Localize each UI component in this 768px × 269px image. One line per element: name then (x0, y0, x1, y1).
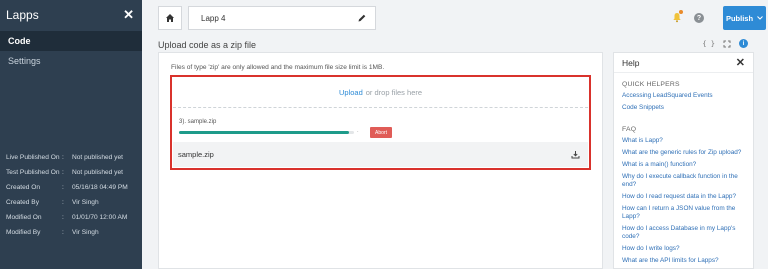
sidebar: Lapps ✕ Code Settings Live Published On … (0, 0, 142, 269)
notification-dot (679, 10, 683, 14)
help-body: QUICK HELPERS Accessing LeadSquared Even… (614, 73, 753, 265)
info-row-modified-on: Modified On : 01/01/70 12:00 AM (6, 210, 140, 225)
sidebar-item-label: Settings (8, 56, 41, 66)
info-value: Not published yet (72, 169, 123, 176)
lapp-info: Live Published On : Not published yet Te… (6, 150, 140, 240)
help-title: Help (622, 57, 640, 68)
info-separator: : (62, 199, 64, 206)
info-row-test-published: Test Published On : Not published yet (6, 165, 140, 180)
home-icon (166, 14, 174, 22)
help-link[interactable]: Code Snippets (622, 104, 745, 112)
progress-bar-fill (179, 131, 349, 134)
uploaded-file-row: sample.zip (173, 142, 588, 167)
faq-link[interactable]: How do I write logs? (622, 245, 745, 253)
sidebar-header: Lapps ✕ (0, 0, 142, 30)
info-icon[interactable]: i (739, 39, 748, 48)
quick-helpers-title: QUICK HELPERS (622, 81, 680, 88)
sidebar-title: Lapps (6, 8, 39, 22)
upload-link[interactable]: Upload (339, 88, 363, 97)
progress-file-name: 3). sample.zip (179, 119, 217, 125)
upload-progress: 3). sample.zip · Abort (173, 109, 588, 143)
info-key: Test Published On (6, 169, 60, 176)
help-header: Help ✕ (614, 53, 753, 73)
main-area: Lapp 4 ? Publish Upload code as a zip fi… (142, 0, 768, 269)
info-row-live-published: Live Published On : Not published yet (6, 150, 140, 165)
sidebar-item-settings[interactable]: Settings (0, 51, 142, 71)
download-icon[interactable] (571, 150, 580, 159)
info-row-modified-by: Modified By : Vir Singh (6, 225, 140, 240)
info-separator: : (62, 169, 64, 176)
upload-panel: Files of type 'zip' are only allowed and… (158, 52, 603, 269)
progress-bar (179, 131, 354, 134)
info-value: Vir Singh (72, 229, 99, 236)
file-type-note: Files of type 'zip' are only allowed and… (171, 64, 385, 71)
info-value: 01/01/70 12:00 AM (72, 214, 128, 221)
faq-title: FAQ (622, 126, 637, 133)
dropzone[interactable]: Upload or drop files here (173, 78, 588, 108)
info-key: Modified On (6, 214, 42, 221)
chevron-down-icon (757, 16, 763, 20)
close-icon[interactable]: ✕ (736, 56, 745, 69)
expand-icon[interactable] (723, 40, 731, 48)
info-separator: : (62, 154, 64, 161)
info-separator: : (62, 214, 64, 221)
info-row-created-by: Created By : Vir Singh (6, 195, 140, 210)
dropzone-hint: or drop files here (365, 88, 423, 97)
page-title: Upload code as a zip file (158, 40, 257, 50)
info-separator: : (62, 229, 64, 236)
help-icon[interactable]: ? (694, 13, 704, 23)
abort-button[interactable]: Abort (370, 127, 392, 138)
pencil-icon[interactable] (357, 13, 367, 23)
topbar: Lapp 4 ? Publish (158, 6, 766, 32)
faq-link[interactable]: What are the generic rules for Zip uploa… (622, 149, 745, 157)
info-key: Live Published On (6, 154, 60, 161)
faq-link[interactable]: How do I read request data in the Lapp? (622, 193, 745, 201)
uploaded-file-name: sample.zip (178, 150, 214, 159)
code-braces-icon[interactable]: { } (702, 40, 715, 48)
lapp-name: Lapp 4 (201, 13, 226, 23)
upload-highlight: Upload or drop files here 3). sample.zip… (170, 75, 591, 170)
sidebar-item-code[interactable]: Code (0, 31, 142, 51)
info-key: Modified By (6, 229, 41, 236)
close-icon[interactable]: ✕ (123, 7, 134, 23)
info-value: 05/16/18 04:49 PM (72, 184, 128, 191)
info-value: Not published yet (72, 154, 123, 161)
lapp-name-field[interactable]: Lapp 4 (188, 6, 376, 30)
info-key: Created On (6, 184, 41, 191)
publish-button[interactable]: Publish (723, 6, 766, 30)
info-value: Vir Singh (72, 199, 99, 206)
help-link[interactable]: Accessing LeadSquared Events (622, 92, 745, 100)
faq-link[interactable]: How do I access Database in my Lapp's co… (622, 225, 745, 241)
faq-link[interactable]: What is a main() function? (622, 161, 745, 169)
info-separator: : (62, 184, 64, 191)
faq-link[interactable]: What is Lapp? (622, 137, 745, 145)
sidebar-item-label: Code (8, 36, 31, 46)
sidebar-nav: Code Settings (0, 31, 142, 71)
publish-label: Publish (725, 13, 754, 23)
faq-link[interactable]: What are the API limits for Lapps? (622, 257, 745, 265)
editor-tools: { } i (702, 39, 748, 48)
faq-link[interactable]: How can I return a JSON value from the L… (622, 205, 745, 221)
info-key: Created By (6, 199, 39, 206)
help-panel: Help ✕ QUICK HELPERS Accessing LeadSquar… (613, 52, 754, 269)
info-row-created-on: Created On : 05/16/18 04:49 PM (6, 180, 140, 195)
progress-indicator: · (357, 129, 359, 135)
faq-link[interactable]: Why do I execute callback function in th… (622, 173, 745, 189)
home-button[interactable] (158, 6, 182, 30)
